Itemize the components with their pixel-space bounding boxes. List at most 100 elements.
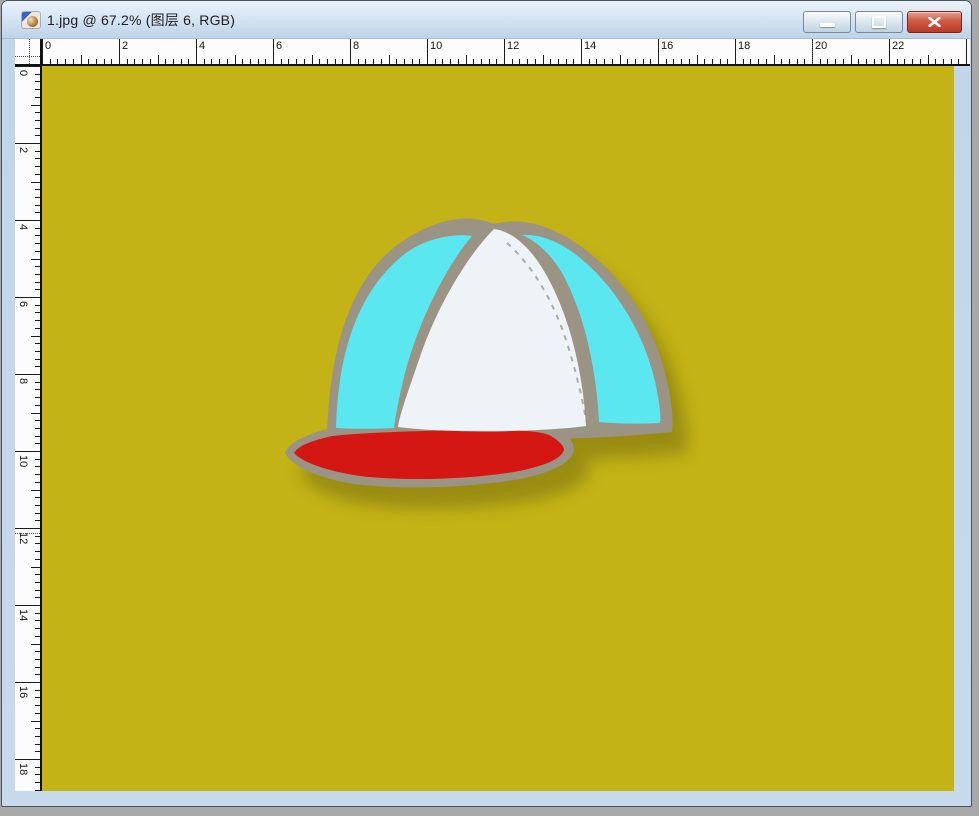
ruler-tick [35,328,40,329]
ruler-label: 6 [276,41,282,52]
maximize-button[interactable] [855,11,903,33]
vertical-ruler[interactable]: 024681012141618 [15,66,42,791]
ruler-tick [35,767,40,768]
ruler-tick [35,574,40,575]
ruler-tick [35,790,40,791]
ruler-tick [35,428,40,429]
ruler-tick [258,59,259,64]
ruler-tick [35,659,40,660]
ruler-tick [35,197,40,198]
ruler-tick [265,59,266,64]
ruler-tick [35,251,40,252]
ruler-tick [427,39,428,66]
ruler-tick [111,59,112,64]
ruler-tick [519,59,520,64]
ruler-tick [35,343,40,344]
ruler-tick [504,39,505,66]
ruler-origin-box[interactable] [15,39,42,66]
ruler-tick [35,782,40,783]
cap-illustration [42,66,954,791]
ruler-tick [489,59,490,64]
ruler-tick [15,66,42,67]
ruler-tick [858,59,859,64]
ruler-tick [65,59,66,64]
ruler-pointer-indicator [812,39,813,64]
ruler-tick [281,59,282,64]
ruler-tick [604,59,605,64]
ruler-tick [835,59,836,64]
ruler-tick [35,397,40,398]
ruler-tick [227,59,228,64]
ruler-tick [704,59,705,64]
ruler-tick [35,212,40,213]
ruler-tick [35,674,40,675]
ruler-tick [35,497,40,498]
ruler-tick [35,382,40,383]
ruler-tick [797,59,798,64]
horizontal-ruler[interactable]: 0246810121416182022 [42,39,970,66]
ruler-tick [204,59,205,64]
ruler-tick [35,128,40,129]
ruler-tick [635,59,636,64]
ruler-tick [35,705,40,706]
close-button[interactable] [907,11,962,33]
ruler-tick [573,59,574,64]
ruler-tick [127,59,128,64]
ruler-tick [35,282,40,283]
title-bar[interactable]: 1.jpg @ 67.2% (图层 6, RGB) [2,1,971,39]
ruler-tick [219,59,220,64]
origin-crosshair-horizontal [15,56,40,57]
ruler-label: 4 [17,224,28,230]
ruler-tick [589,59,590,64]
ruler-tick [928,55,929,64]
ruler-label: 2 [122,41,128,52]
ruler-tick [35,135,40,136]
ruler-tick [920,59,921,64]
ruler-tick [35,636,40,637]
ruler-tick [15,528,42,529]
document-canvas[interactable] [42,66,954,791]
ruler-tick [327,59,328,64]
ruler-tick [419,59,420,64]
ruler-tick [35,174,40,175]
ruler-tick [350,39,351,66]
ruler-tick [820,59,821,64]
ruler-tick [35,713,40,714]
ruler-tick [35,474,40,475]
ruler-tick [35,559,40,560]
ruler-label: 16 [661,41,673,52]
ruler-tick [165,59,166,64]
ruler-tick [35,89,40,90]
ruler-tick [15,682,42,683]
minimize-button[interactable] [803,11,851,33]
ruler-tick [134,59,135,64]
ruler-tick [31,567,40,568]
ruler-tick [31,336,40,337]
ruler-tick [31,182,40,183]
ruler-tick [851,55,852,64]
ruler-tick [35,459,40,460]
ruler-tick [951,59,952,64]
photoshop-document-icon [22,12,40,28]
ruler-tick [874,59,875,64]
ruler-tick [15,759,42,760]
ruler-tick [35,359,40,360]
ruler-tick [35,690,40,691]
ruler-tick [73,59,74,64]
ruler-tick [35,443,40,444]
ruler-label: 8 [353,41,359,52]
ruler-tick [35,81,40,82]
ruler-tick [35,597,40,598]
ruler-tick [35,736,40,737]
ruler-tick [42,39,43,66]
ruler-tick [620,55,621,64]
ruler-tick [804,59,805,64]
ruler-tick [15,297,42,298]
ruler-tick [35,166,40,167]
ruler-tick [35,728,40,729]
ruler-tick [658,39,659,66]
ruler-tick [35,289,40,290]
ruler-tick [358,59,359,64]
ruler-tick [81,55,82,64]
ruler-tick [35,590,40,591]
